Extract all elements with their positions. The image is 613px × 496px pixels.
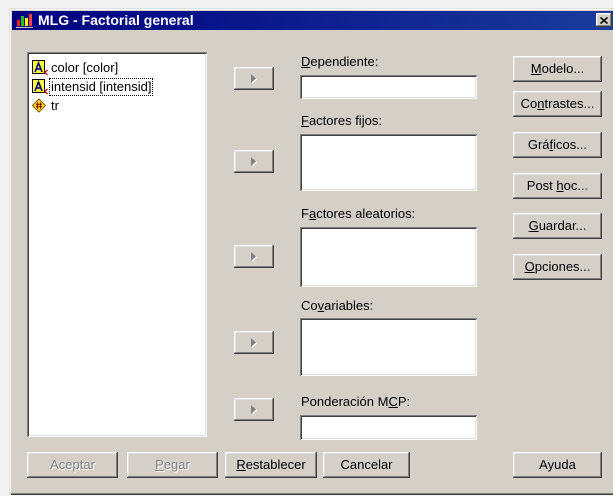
- right-arrow-icon: [250, 337, 257, 348]
- dependent-label: Dependiente:: [301, 54, 379, 69]
- variable-label: tr: [51, 98, 59, 113]
- right-arrow-icon: [250, 404, 257, 415]
- right-arrow-icon: [250, 156, 257, 167]
- fixed-factors-list[interactable]: [300, 134, 477, 191]
- wls-weight-field[interactable]: [300, 415, 477, 440]
- variable-list-item[interactable]: intensid [intensid]: [31, 78, 203, 96]
- window-title: MLG - Factorial general: [38, 12, 194, 28]
- paste-button[interactable]: Pegar: [127, 452, 218, 478]
- string-variable-icon: [32, 60, 48, 76]
- source-variable-list[interactable]: color [color] intensid [intensid] tr: [27, 52, 207, 437]
- help-button[interactable]: Ayuda: [513, 452, 602, 478]
- variable-list-item[interactable]: tr: [31, 97, 203, 115]
- close-icon: [600, 16, 608, 24]
- covariates-list[interactable]: [300, 318, 477, 376]
- post-hoc-button[interactable]: Post hoc...: [513, 173, 602, 199]
- ok-button[interactable]: Aceptar: [27, 452, 118, 478]
- scale-variable-icon: [31, 98, 48, 114]
- random-factors-label: Factores aleatorios:: [301, 206, 416, 221]
- move-to-covariates-button[interactable]: [234, 331, 274, 354]
- move-to-wls-weight-button[interactable]: [234, 398, 274, 421]
- random-factors-list[interactable]: [300, 227, 477, 287]
- covariates-label: Covariables:: [301, 298, 374, 313]
- move-to-random-factors-button[interactable]: [234, 245, 274, 268]
- variable-list-item[interactable]: color [color]: [31, 59, 203, 77]
- model-button[interactable]: Modelo...: [513, 56, 602, 82]
- move-to-dependent-button[interactable]: [234, 67, 274, 90]
- wls-weight-label: Ponderación MCP:: [301, 394, 411, 409]
- right-arrow-icon: [250, 73, 257, 84]
- plots-button[interactable]: Gráficos...: [513, 132, 602, 158]
- cancel-button[interactable]: Cancelar: [323, 452, 410, 478]
- dependent-variable-field[interactable]: [300, 75, 477, 99]
- contrasts-button[interactable]: Contrastes...: [513, 91, 602, 117]
- right-arrow-icon: [250, 251, 257, 262]
- string-variable-icon: [32, 79, 48, 95]
- variable-label: color [color]: [51, 60, 119, 75]
- close-button[interactable]: [596, 13, 612, 27]
- options-button[interactable]: Opciones...: [513, 254, 602, 280]
- spss-app-icon[interactable]: [16, 12, 34, 29]
- reset-button[interactable]: Restablecer: [225, 452, 317, 478]
- title-bar[interactable]: MLG - Factorial general: [12, 11, 613, 30]
- save-button[interactable]: Guardar...: [513, 213, 602, 239]
- move-to-fixed-factors-button[interactable]: [234, 150, 274, 173]
- variable-label: intensid [intensid]: [49, 78, 154, 96]
- fixed-factors-label: Factores fijos:: [301, 113, 382, 128]
